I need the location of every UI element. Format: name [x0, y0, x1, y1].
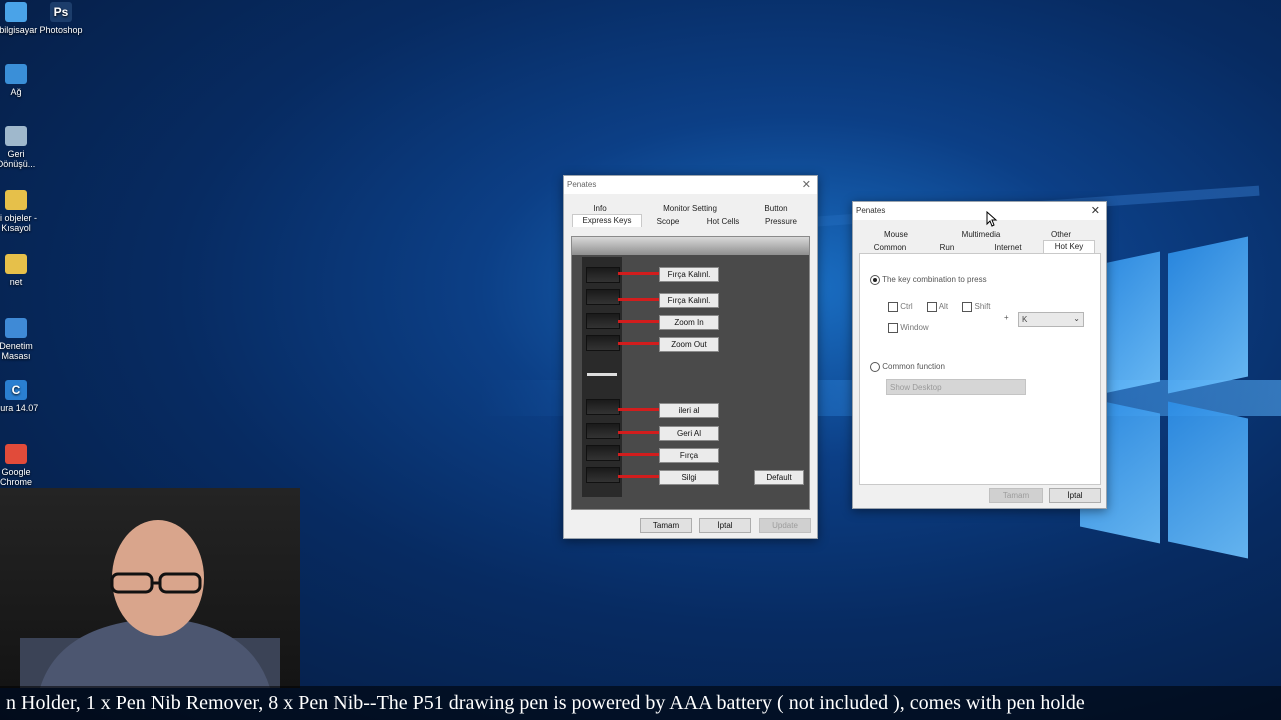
radio-common-function[interactable]: [870, 362, 880, 372]
connector-line: [618, 272, 660, 275]
ok-button[interactable]: Tamam: [989, 488, 1043, 503]
update-button[interactable]: Update: [759, 518, 811, 533]
chrome-icon: [5, 444, 27, 464]
desktop-icon-label: Photoshop: [39, 25, 83, 35]
ok-button[interactable]: Tamam: [640, 518, 692, 533]
computer-icon: [5, 2, 27, 22]
express-key-8-button[interactable]: Silgi: [659, 470, 719, 485]
penates-dialog-hot-key: Penates ✕ Mouse Multimedia Other Common …: [852, 201, 1107, 509]
folder-icon: [5, 190, 27, 210]
desktop-icon-label: Cura 14.07: [0, 403, 39, 413]
tab-hot-cells[interactable]: Hot Cells: [698, 216, 748, 228]
connector-line: [618, 320, 660, 323]
close-icon[interactable]: ✕: [1091, 204, 1100, 217]
cancel-button[interactable]: İptal: [699, 518, 751, 533]
alt-label: Alt: [938, 302, 949, 312]
tab-button[interactable]: Button: [752, 203, 800, 215]
plus-sign: +: [1004, 313, 1009, 322]
common-function-value: Show Desktop: [890, 383, 942, 392]
chevron-down-icon: ⌄: [1073, 314, 1080, 323]
tablet-graphic: [582, 257, 622, 497]
desktop-icon[interactable]: ni objeler - Kısayol: [0, 190, 44, 233]
connector-line: [618, 298, 660, 301]
key-select-value: K: [1022, 315, 1028, 324]
radio-key-combination[interactable]: [870, 275, 880, 285]
desktop-icon[interactable]: net: [0, 254, 44, 287]
tab-monitor-setting[interactable]: Monitor Setting: [659, 203, 721, 215]
desktop-icon[interactable]: Ağ: [0, 64, 44, 97]
express-key-5-button[interactable]: ileri al: [659, 403, 719, 418]
window-label: Window: [900, 323, 929, 333]
close-icon[interactable]: ✕: [802, 178, 811, 191]
desktop-icon-label: Google Chrome: [0, 467, 32, 487]
connector-line: [618, 408, 660, 411]
default-button[interactable]: Default: [754, 470, 804, 485]
desktop-icon[interactable]: Denetim Masası: [0, 318, 44, 361]
desktop-icon[interactable]: Geri Dönüşü...: [0, 126, 44, 169]
common-function-label: Common function: [882, 362, 945, 372]
desktop-icon-label: Denetim Masası: [0, 341, 33, 361]
window-title: Penates: [856, 206, 886, 215]
tab-scope[interactable]: Scope: [648, 216, 688, 228]
tab-pressure[interactable]: Pressure: [756, 216, 806, 228]
desktop-icon-label: ni objeler - Kısayol: [0, 213, 38, 233]
desktop-icon-label: i bilgisayar: [0, 25, 38, 35]
express-keys-panel: Fırça Kalınl. Fırça Kalınl. Zoom In Zoom…: [571, 236, 810, 510]
connector-line: [618, 475, 660, 478]
express-key-4-button[interactable]: Zoom Out: [659, 337, 719, 352]
ctrl-label: Ctrl: [900, 302, 913, 312]
subtitle-text: n Holder, 1 x Pen Nib Remover, 8 x Pen N…: [6, 692, 1085, 714]
key-combination-label: The key combination to press: [882, 275, 987, 285]
tab-express-keys[interactable]: Express Keys: [572, 214, 642, 227]
express-key-7-button[interactable]: Fırça: [659, 448, 719, 463]
tab-mouse[interactable]: Mouse: [871, 229, 921, 241]
cura-icon: C: [5, 380, 27, 400]
network-icon: [5, 64, 27, 84]
titlebar: Penates ✕: [853, 202, 1106, 220]
photoshop-icon: Ps: [50, 2, 72, 22]
connector-line: [618, 342, 660, 345]
hot-key-panel: The key combination to press Ctrl Alt Sh…: [859, 253, 1101, 485]
key-select[interactable]: K ⌄: [1018, 312, 1084, 327]
control-panel-icon: [5, 318, 27, 338]
desktop-icon[interactable]: Google Chrome: [0, 444, 44, 487]
desktop-icon[interactable]: C Cura 14.07: [0, 380, 44, 413]
panel-header-band: [572, 237, 809, 255]
tab-hot-key[interactable]: Hot Key: [1043, 240, 1095, 253]
webcam-overlay: [0, 488, 300, 688]
express-key-6-button[interactable]: Geri Al: [659, 426, 719, 441]
connector-line: [618, 431, 660, 434]
alt-checkbox[interactable]: [926, 302, 937, 312]
tab-multimedia[interactable]: Multimedia: [949, 229, 1013, 241]
common-function-select[interactable]: Show Desktop: [886, 379, 1026, 395]
desktop-icon-label: Ağ: [10, 87, 22, 97]
desktop-icon-label: net: [9, 277, 23, 287]
express-key-3-button[interactable]: Zoom In: [659, 315, 719, 330]
connector-line: [618, 453, 660, 456]
desktop-icon-label: Geri Dönüşü...: [0, 149, 36, 169]
shift-checkbox[interactable]: [962, 302, 973, 312]
window-title: Penates: [567, 180, 597, 189]
titlebar: Penates ✕: [564, 176, 817, 194]
recycle-bin-icon: [5, 126, 27, 146]
express-key-1-button[interactable]: Fırça Kalınl.: [659, 267, 719, 282]
cancel-button[interactable]: İptal: [1049, 488, 1101, 503]
mouse-cursor-icon: [986, 210, 998, 232]
key-combination-option[interactable]: The key combination to press: [870, 275, 987, 285]
folder-icon: [5, 254, 27, 274]
subtitle-bar: n Holder, 1 x Pen Nib Remover, 8 x Pen N…: [0, 686, 1281, 720]
common-function-option[interactable]: Common function: [870, 362, 945, 372]
penates-dialog-express-keys: Penates ✕ Info Monitor Setting Button Ex…: [563, 175, 818, 539]
shift-label: Shift: [974, 302, 991, 312]
ctrl-checkbox[interactable]: [888, 302, 898, 312]
desktop-icon[interactable]: Ps Photoshop: [33, 2, 89, 35]
window-checkbox[interactable]: [888, 323, 898, 333]
express-key-2-button[interactable]: Fırça Kalınl.: [659, 293, 719, 308]
